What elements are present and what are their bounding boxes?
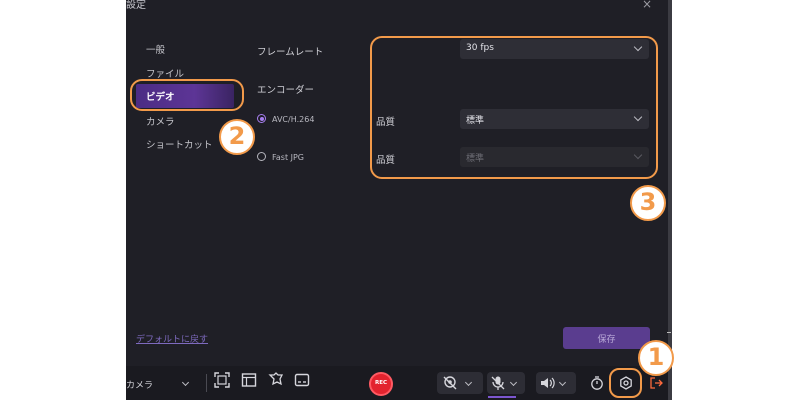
dialog-title: 設定 [126,0,146,11]
webcam-off-icon[interactable] [442,375,458,391]
close-icon[interactable]: × [642,0,652,11]
camera-select-label[interactable]: カメラ [126,378,153,391]
bottom-toolbar [126,366,668,400]
reset-default-link[interactable]: デフォルトに戻す [136,332,208,345]
mic-level-bar [488,396,516,398]
encoder-fastjpg-radio[interactable] [257,152,266,161]
callout-box-video-tab [130,79,244,111]
region-capture-icon[interactable] [268,372,284,388]
microphone-off-icon[interactable] [490,375,506,391]
callout-box-settings-icon [609,368,642,398]
timer-icon[interactable] [590,376,604,390]
sidebar-item-general[interactable]: 一般 [146,42,165,56]
encoder-label: エンコーダー [257,85,315,96]
speaker-icon[interactable] [539,375,555,391]
sidebar-item-file[interactable]: ファイル [146,66,184,80]
encoder-avc-label: AVC/H.264 [272,115,315,124]
fullscreen-capture-icon[interactable] [214,372,230,388]
callout-box-video-settings [370,36,658,179]
framerate-label: フレームレート [257,47,324,58]
callout-number-1: 1 [638,340,674,376]
callout-number-3: 3 [630,185,666,221]
toolbar-divider [206,374,207,392]
window-capture-icon[interactable] [241,372,257,388]
encoder-avc-radio[interactable] [257,114,266,123]
callout-number-2: 2 [219,119,255,155]
exit-icon[interactable] [649,376,663,390]
save-button[interactable]: 保存 [563,327,650,349]
window-edge [668,0,672,400]
edge-mark [667,332,671,333]
encoder-fastjpg-label: Fast JPG [272,153,304,162]
record-button[interactable]: REC [369,372,393,396]
caption-icon[interactable] [294,372,310,388]
sidebar-item-camera[interactable]: カメラ [146,114,175,128]
sidebar-item-shortcut[interactable]: ショートカット [146,137,213,151]
